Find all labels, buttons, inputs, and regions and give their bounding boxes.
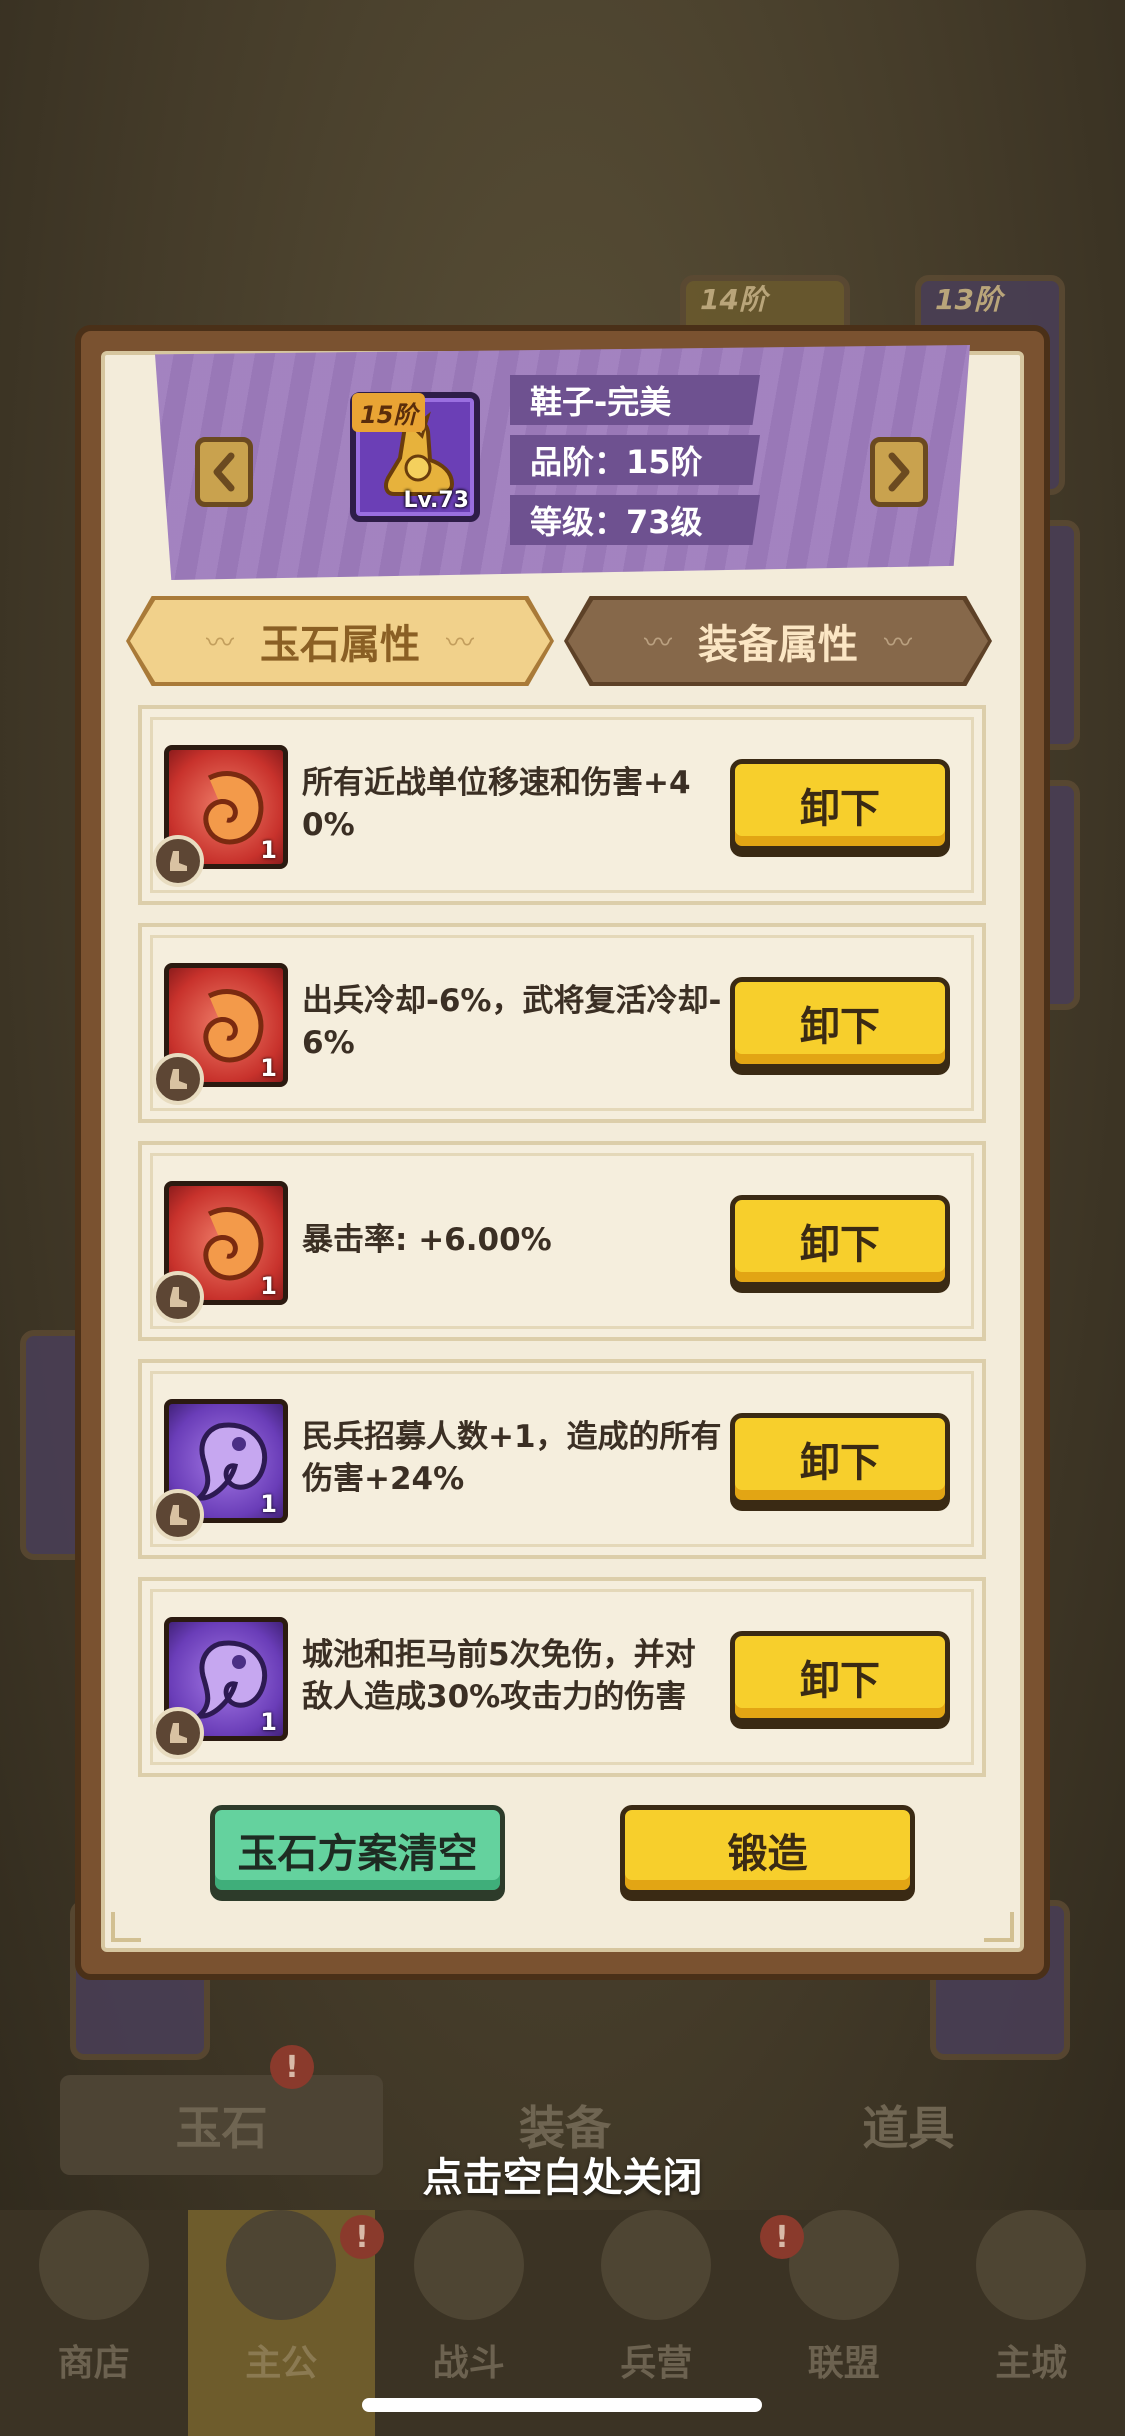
corner-ornament — [984, 1912, 1014, 1942]
boot-slot-icon — [152, 835, 204, 887]
tab-jade-attributes[interactable]: 〰 玉石属性 〰 — [130, 600, 550, 682]
jade-count: 1 — [260, 836, 277, 864]
jade-slot-row: 1 城池和拒马前5次免伤，并对敌人造成30%攻击力的伤害 卸下 — [138, 1577, 986, 1777]
nav-shop: 商店 — [0, 2210, 188, 2436]
jade-effect-text: 出兵冷却-6%，武将复活冷却-6% — [302, 983, 722, 1061]
jade-effect-text: 城池和拒马前5次免伤，并对敌人造成30%攻击力的伤害 — [302, 1637, 696, 1715]
forge-button[interactable]: 锻造 — [620, 1805, 915, 1895]
background-tier-label: 14阶 — [700, 283, 767, 316]
lord-icon — [226, 2210, 337, 2320]
equipment-quality: 品阶：15阶 — [510, 435, 760, 485]
chevron-right-icon — [888, 452, 910, 492]
jade-count: 1 — [260, 1054, 277, 1082]
jade-slot-row: 1 暴击率: +6.00% 卸下 — [138, 1141, 986, 1341]
previous-equipment-button[interactable] — [195, 437, 253, 507]
jade-slot-row: 1 出兵冷却-6%，武将复活冷却-6% 卸下 — [138, 923, 986, 1123]
scroll-ornament-icon: 〰 — [643, 626, 672, 659]
boot-icon — [170, 1069, 187, 1089]
shop-icon — [38, 2210, 149, 2320]
alliance-icon — [788, 2210, 899, 2320]
tab-equip-label: 装备属性 — [698, 622, 858, 668]
background-alert-badge: ! — [270, 2045, 314, 2089]
boot-icon — [170, 1505, 187, 1525]
scroll-ornament-icon: 〰 — [446, 626, 475, 659]
boot-slot-icon — [152, 1271, 204, 1323]
battle-icon — [413, 2210, 524, 2320]
equipment-level-badge: Lv.73 — [403, 488, 469, 513]
background-alert-badge: ! — [340, 2215, 384, 2259]
nav-city: 主城 — [938, 2210, 1125, 2436]
equipment-name: 鞋子-完美 — [510, 375, 760, 425]
home-indicator[interactable] — [362, 2398, 762, 2412]
nav-city-label: 主城 — [995, 2343, 1068, 2384]
equipment-level: 等级：73级 — [510, 495, 760, 545]
boot-icon — [170, 1723, 187, 1743]
jade-count: 1 — [260, 1272, 277, 1300]
unequip-button[interactable]: 卸下 — [730, 759, 950, 851]
jade-slot-row: 1 所有近战单位移速和伤害+40% 卸下 — [138, 705, 986, 905]
jade-effect-text: 暴击率: +6.00% — [302, 1222, 552, 1259]
boot-icon — [170, 851, 187, 871]
background-tier-label: 13阶 — [935, 283, 1002, 316]
boot-slot-icon — [152, 1053, 204, 1105]
background-alert-badge: ! — [760, 2215, 804, 2259]
corner-ornament — [111, 1912, 141, 1942]
scroll-ornament-icon: 〰 — [205, 626, 234, 659]
equipment-tier-badge: 15阶 — [352, 393, 426, 432]
tab-jade-label: 玉石属性 — [260, 622, 420, 668]
next-equipment-button[interactable] — [870, 437, 928, 507]
unequip-button[interactable]: 卸下 — [730, 1631, 950, 1723]
boot-slot-icon — [152, 1707, 204, 1759]
jade-slot-row: 1 民兵招募人数+1，造成的所有伤害+24% 卸下 — [138, 1359, 986, 1559]
jade-effect-text: 所有近战单位移速和伤害+40% — [302, 765, 691, 843]
jade-count: 1 — [260, 1708, 277, 1736]
boot-icon — [170, 1287, 187, 1307]
jade-effect-text: 民兵招募人数+1，造成的所有伤害+24% — [302, 1419, 722, 1497]
nav-lord-label: 主公 — [245, 2343, 318, 2384]
boot-slot-icon — [152, 1489, 204, 1541]
close-hint-text[interactable]: 点击空白处关闭 — [0, 2145, 1125, 2203]
nav-battle-label: 战斗 — [432, 2343, 505, 2384]
nav-alliance-label: 联盟 — [807, 2343, 880, 2384]
unequip-button[interactable]: 卸下 — [730, 1413, 950, 1505]
jade-count: 1 — [260, 1490, 277, 1518]
chevron-left-icon — [213, 452, 235, 492]
unequip-button[interactable]: 卸下 — [730, 977, 950, 1069]
nav-shop-label: 商店 — [57, 2343, 130, 2384]
unequip-button[interactable]: 卸下 — [730, 1195, 950, 1287]
city-icon — [976, 2210, 1087, 2320]
scroll-ornament-icon: 〰 — [884, 626, 913, 659]
nav-barracks-label: 兵营 — [620, 2343, 693, 2384]
barracks-icon — [601, 2210, 712, 2320]
clear-jade-plan-button[interactable]: 玉石方案清空 — [210, 1805, 505, 1895]
tab-equipment-attributes[interactable]: 〰 装备属性 〰 — [568, 600, 988, 682]
